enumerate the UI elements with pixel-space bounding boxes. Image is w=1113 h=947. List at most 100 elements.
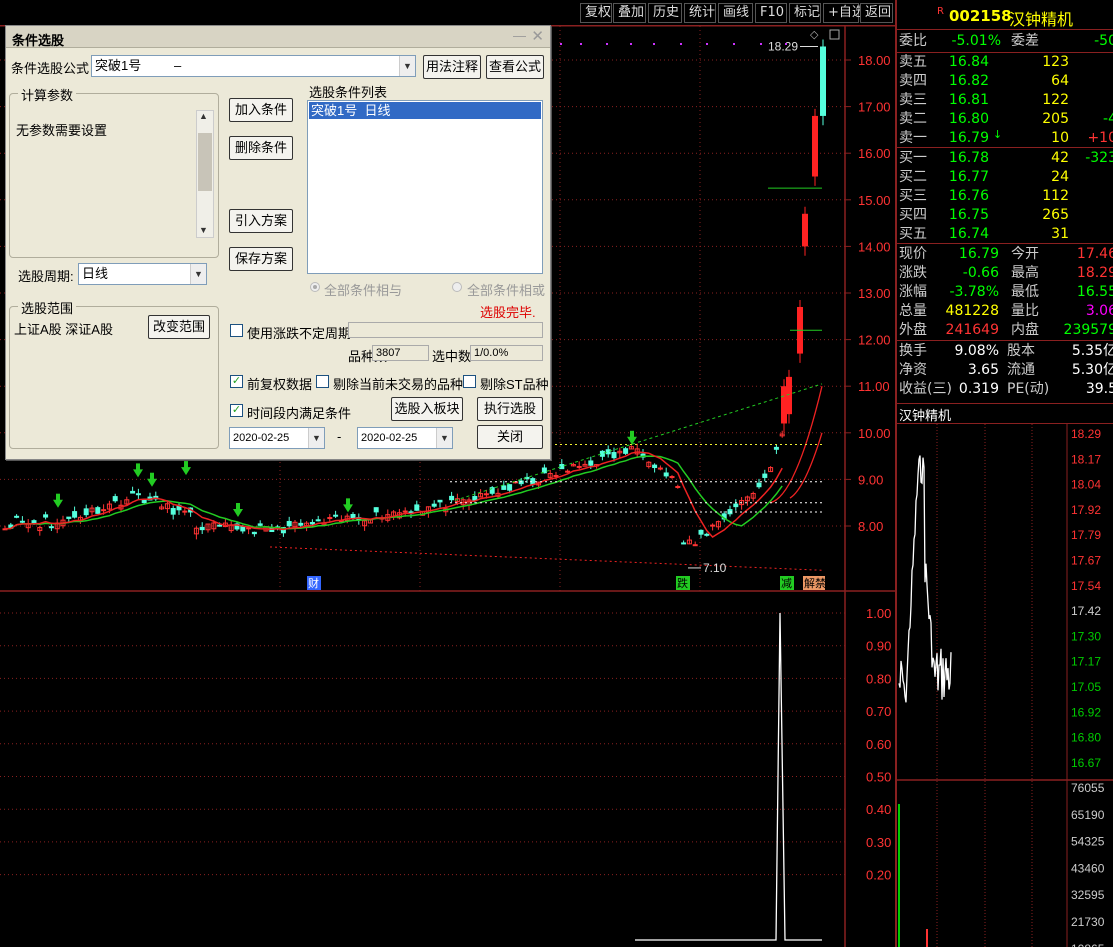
formula-select[interactable]: 突破1号 – ▼ — [91, 55, 416, 77]
fund-value: 5.35亿 — [1071, 343, 1113, 359]
candle-body — [217, 524, 223, 527]
fund-value: 0.319 — [958, 381, 999, 397]
pre-adjust-checkbox[interactable]: ✓ — [230, 375, 243, 388]
ask-volume: 205 — [1042, 111, 1069, 127]
date-from-select[interactable]: 2020-02-25 ▼ — [229, 427, 325, 449]
exclude-untraded-checkbox[interactable] — [316, 375, 329, 388]
to-block-button[interactable]: 选股入板块 — [391, 397, 463, 421]
stock-code: 002158 — [949, 7, 1012, 25]
intraday-price-tick: 17.42 — [1071, 604, 1101, 618]
params-scrollbar[interactable]: ▲ ▼ — [196, 110, 214, 238]
candle-body — [704, 533, 710, 536]
intraday-volume-tick: 43460 — [1071, 861, 1105, 875]
condition-list[interactable]: 突破1号 日线 — [307, 100, 543, 274]
intraday-price-tick: 17.79 — [1071, 528, 1101, 542]
candle-body — [773, 446, 779, 450]
toolbar-item[interactable]: 叠加 — [613, 3, 646, 23]
radio-all-or[interactable] — [452, 282, 462, 292]
candle-body — [170, 508, 176, 515]
condition-list-item[interactable]: 突破1号 日线 — [309, 102, 541, 119]
formula-dash: – — [174, 58, 182, 73]
candle-body — [588, 460, 594, 466]
close-icon[interactable]: ✕ — [531, 27, 544, 45]
all-or-label: 全部条件相或 — [467, 283, 546, 298]
change-range-button[interactable]: 改变范围 — [148, 315, 210, 339]
toolbar-item[interactable]: F10 — [755, 3, 787, 23]
candle-body — [437, 499, 443, 503]
bid-volume: 265 — [1042, 207, 1069, 223]
indicator-tick-label: 0.50 — [866, 770, 891, 785]
toolbar-item[interactable]: 复权 — [580, 3, 612, 23]
fund-label: 换手 — [899, 343, 927, 359]
bid-label: 买三 — [899, 188, 927, 204]
toolbar-item[interactable]: +自选 — [823, 3, 865, 23]
ask-change: -4 — [1103, 111, 1113, 127]
price-axis: 18.00 17.00 16.00 15.00 14.00 13.00 12.00 11.00… — [845, 53, 891, 534]
chevron-down-icon[interactable]: ▼ — [436, 428, 452, 448]
period-select[interactable]: 日线 ▼ — [78, 263, 207, 285]
weibi-value: -5.01% — [951, 33, 1001, 49]
use-period-checkbox[interactable] — [230, 324, 243, 337]
chevron-down-icon[interactable]: ▼ — [308, 428, 324, 448]
weicha-value: -50 — [1094, 33, 1113, 49]
signal-arrow-icon — [236, 503, 240, 511]
intraday-title: 汉钟精机 — [899, 409, 952, 424]
candle-body — [286, 520, 292, 527]
date-to-select[interactable]: 2020-02-25 ▼ — [357, 427, 453, 449]
save-plan-button[interactable]: 保存方案 — [229, 247, 293, 271]
fund-label: 股本 — [1007, 343, 1035, 359]
intraday-price-tick: 18.29 — [1071, 427, 1101, 441]
condition-select-dialog: 条件选股 — ✕ 条件选股公式 突破1号 – ▼ 用法注释 查看公式 计算参数 … — [5, 25, 551, 460]
close-button[interactable]: 关闭 — [477, 425, 543, 449]
view-formula-button[interactable]: 查看公式 — [486, 55, 544, 79]
exclude-st-checkbox[interactable] — [463, 375, 476, 388]
candle-body — [31, 520, 37, 524]
condition-list-label: 选股条件列表 — [309, 85, 388, 100]
chevron-up-icon[interactable]: ▲ — [199, 111, 208, 121]
signal-arrow-icon — [630, 430, 634, 438]
candle-body — [812, 115, 818, 177]
candle-body — [663, 472, 669, 477]
stat-label: 内盘 — [1011, 322, 1039, 338]
toolbar-item[interactable]: 画线 — [718, 3, 753, 23]
stat-label: 涨幅 — [899, 284, 927, 300]
candle-body — [472, 496, 478, 501]
usage-notes-button[interactable]: 用法注释 — [423, 55, 481, 79]
minimize-icon[interactable]: — — [513, 28, 526, 43]
low-price-label: 7.10 — [703, 561, 727, 575]
toolbar-item[interactable]: 标记 — [789, 3, 821, 23]
bid-price: 16.77 — [948, 169, 989, 185]
event-marker: 跌 — [677, 576, 688, 590]
stat-label: 外盘 — [899, 322, 927, 338]
candle-body — [565, 470, 571, 473]
marker-dot — [733, 43, 735, 45]
candle-body — [66, 516, 72, 519]
delete-condition-button[interactable]: 删除条件 — [229, 136, 293, 160]
signal-arrow-icon — [147, 478, 157, 487]
stat-value: 239579 — [1063, 322, 1113, 338]
period-label: 选股周期: — [18, 269, 74, 284]
chevron-down-icon[interactable]: ▼ — [399, 56, 415, 76]
ask-row: 卖一 16.79 10 +10 — [897, 129, 1113, 148]
bid-volume: 112 — [1042, 188, 1069, 204]
stat-row: 总量 481228 量比 3.06 — [897, 302, 1113, 321]
toolbar-item[interactable]: 历史 — [648, 3, 682, 23]
weicha-label: 委差 — [1011, 33, 1039, 49]
import-plan-button[interactable]: 引入方案 — [229, 209, 293, 233]
toolbar-item[interactable]: 返回 — [860, 3, 893, 23]
radio-all-and[interactable] — [310, 282, 320, 292]
time-range-checkbox[interactable]: ✓ — [230, 404, 243, 417]
toolbar-item[interactable]: 统计 — [684, 3, 716, 23]
scroll-thumb[interactable] — [198, 133, 212, 191]
ask-label: 卖五 — [899, 54, 927, 70]
candle-body — [199, 526, 205, 531]
run-select-button[interactable]: 执行选股 — [477, 397, 543, 421]
stat-value: 3.06 — [1085, 303, 1113, 319]
chevron-down-icon[interactable]: ▼ — [199, 225, 208, 235]
status-text: 选股完毕. — [480, 305, 536, 320]
add-condition-button[interactable]: 加入条件 — [229, 98, 293, 122]
chevron-down-icon[interactable]: ▼ — [190, 264, 206, 284]
bid-row: 买三 16.76 112 — [897, 187, 1113, 206]
bid-label: 买五 — [899, 226, 927, 242]
intraday-price-tick: 18.17 — [1071, 452, 1101, 466]
